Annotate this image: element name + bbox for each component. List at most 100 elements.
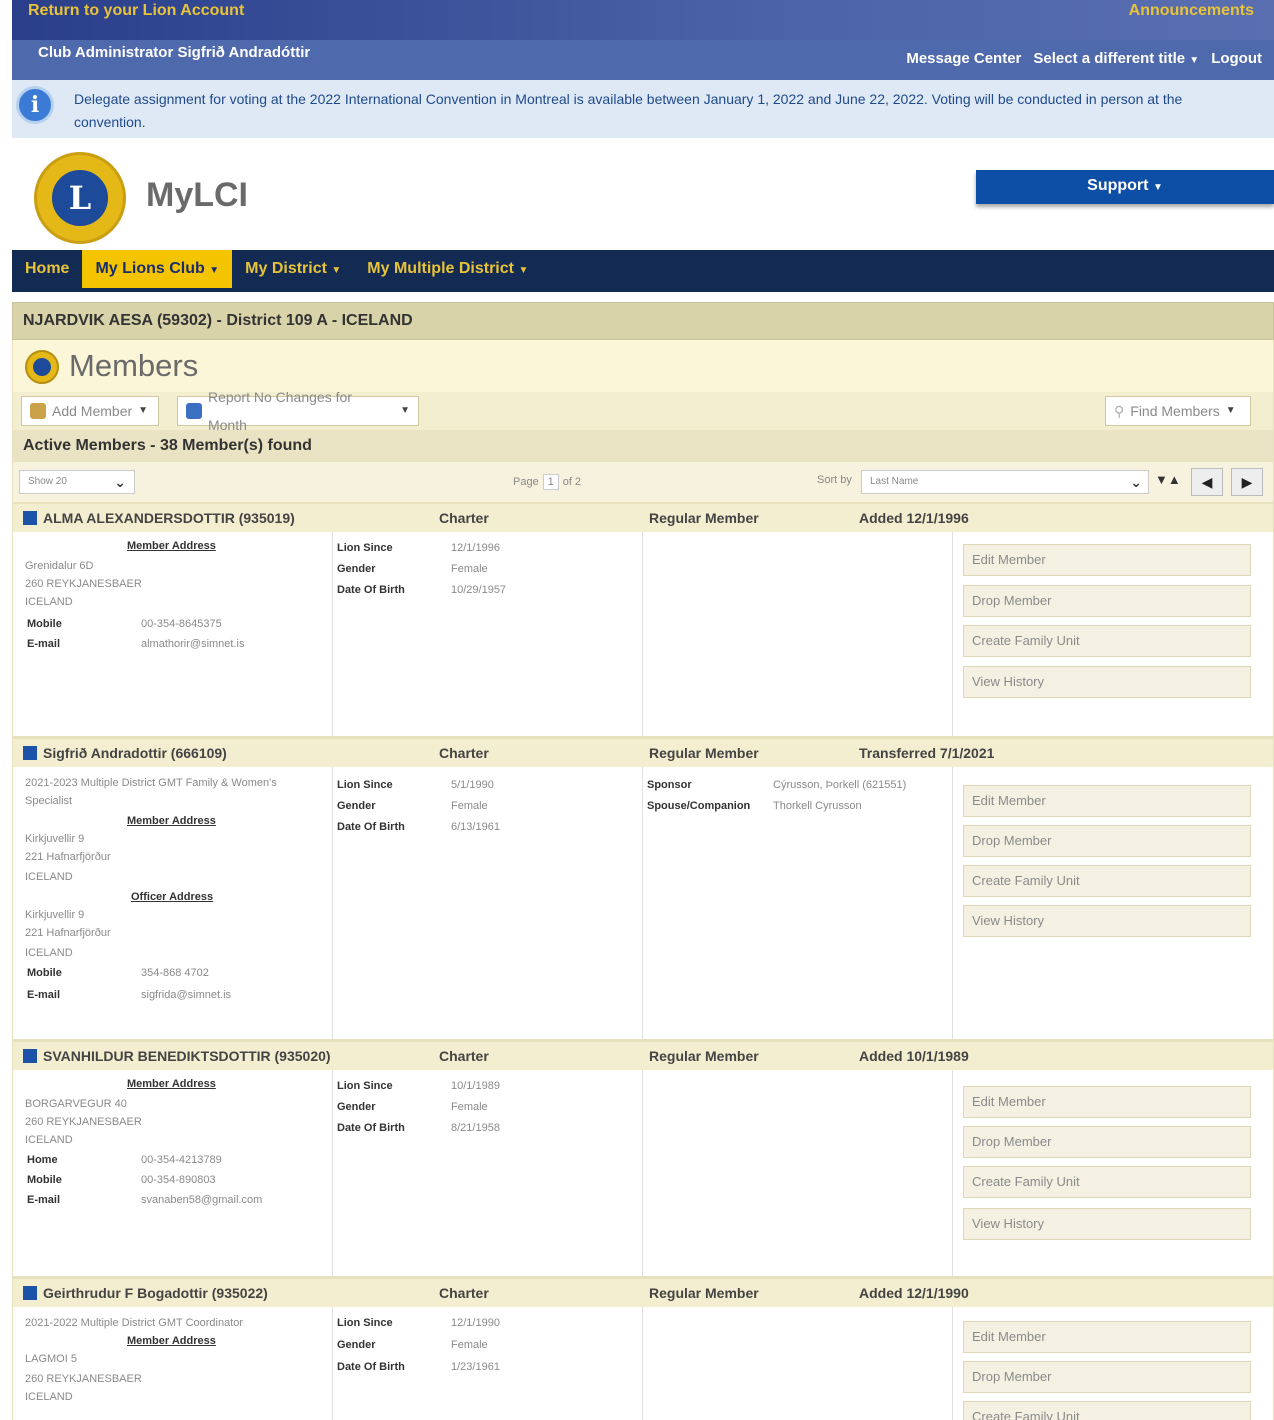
info-column: Lion Since 12/1/1990 Gender Female Date …	[333, 1307, 643, 1420]
nav-my-lions-club[interactable]: My Lions Club ▼	[82, 250, 233, 288]
next-arrow-icon[interactable]: ▶	[1231, 468, 1263, 496]
member-card: Sigfrið Andradottir (666109) Charter Regul…	[12, 737, 1274, 1040]
drop-member-button[interactable]: Drop Member	[963, 825, 1251, 857]
create-family-unit-button[interactable]: Create Family Unit	[963, 625, 1251, 657]
mobile-value: 00-354-8645375	[141, 618, 222, 630]
officer-address-heading: Officer Address	[131, 891, 214, 903]
info-icon: i	[16, 86, 54, 124]
lions-badge-icon	[25, 350, 59, 384]
member-card: ALMA ALEXANDERSDOTTIR (935019) Charter Reg…	[12, 502, 1274, 737]
message-center-link[interactable]: Message Center	[906, 50, 1021, 67]
create-family-unit-button[interactable]: Create Family Unit	[963, 865, 1251, 897]
member-type: Charter	[439, 510, 489, 526]
dob-value: 6/13/1961	[451, 821, 500, 833]
lions-logo[interactable]: L	[34, 152, 126, 244]
add-user-icon	[30, 403, 46, 419]
member-name[interactable]: ALMA ALEXANDERSDOTTIR (935019)	[43, 504, 295, 532]
edit-member-button[interactable]: Edit Member	[963, 544, 1251, 576]
nav-my-multiple-district[interactable]: My Multiple District ▼	[354, 250, 541, 288]
show-select[interactable]: Show 20 ⌄	[19, 470, 135, 494]
gender-value: Female	[451, 563, 488, 575]
member-address-heading: Member Address	[127, 1078, 216, 1090]
support-label: Support	[1087, 177, 1149, 194]
create-family-unit-button[interactable]: Create Family Unit	[963, 1401, 1251, 1420]
dob-label: Date Of Birth	[337, 1361, 405, 1373]
view-history-button[interactable]: View History	[963, 666, 1251, 698]
nav-bottom-border	[12, 288, 1274, 292]
lion-since-label: Lion Since	[337, 542, 393, 554]
view-history-button[interactable]: View History	[963, 905, 1251, 937]
caret-down-icon: ▼	[518, 265, 529, 276]
nav-my-district[interactable]: My District ▼	[232, 250, 354, 288]
page: Return to your Lion Account Announcement…	[12, 0, 1274, 1420]
club-title: NJARDVIK AESA (59302) - District 109 A -…	[12, 302, 1274, 340]
page-label: Page	[513, 475, 539, 488]
gender-label: Gender	[337, 563, 376, 575]
view-history-button[interactable]: View History	[963, 1208, 1251, 1240]
sort-value: Last Name	[870, 476, 919, 487]
mobile-value: 354-868 4702	[141, 967, 209, 979]
nav-multiple-label: My Multiple District	[367, 260, 514, 277]
member-name[interactable]: Sigfrið Andradottir (666109)	[43, 739, 227, 767]
drop-member-button[interactable]: Drop Member	[963, 1361, 1251, 1393]
edit-member-button[interactable]: Edit Member	[963, 1321, 1251, 1353]
edit-member-button[interactable]: Edit Member	[963, 785, 1251, 817]
find-members-button[interactable]: ⚲ Find Members ▼	[1105, 396, 1251, 426]
dob-value: 8/21/1958	[451, 1122, 500, 1134]
officer-address-line: Kirkjuvellir 9	[25, 909, 85, 921]
sort-select[interactable]: Last Name ⌄	[861, 470, 1149, 494]
member-square-icon	[23, 746, 37, 760]
member-card: Geirthrudur F Bogadottir (935022) Charter…	[12, 1277, 1274, 1420]
support-button[interactable]: Support ▼	[976, 170, 1274, 204]
nav-home[interactable]: Home	[12, 250, 82, 288]
add-member-button[interactable]: Add Member ▼	[21, 396, 159, 426]
caret-down-icon: ▼	[209, 265, 220, 276]
member-address-heading: Member Address	[127, 540, 216, 552]
info-column: Lion Since 12/1/1996 Gender Female Date …	[333, 532, 643, 736]
member-header: ALMA ALEXANDERSDOTTIR (935019) Charter Reg…	[13, 502, 1273, 532]
caret-down-icon: ▼	[138, 405, 149, 416]
page-input[interactable]: 1	[542, 474, 559, 490]
member-type: Charter	[439, 745, 489, 761]
member-status: Transferred 7/1/2021	[859, 745, 995, 761]
report-no-changes-label: Report No Changes for Month	[207, 389, 352, 433]
prev-arrow-icon[interactable]: ◀	[1191, 468, 1223, 496]
page-of: of 2	[562, 475, 582, 488]
drop-member-button[interactable]: Drop Member	[963, 585, 1251, 617]
email-value[interactable]: svanaben58@gmail.com	[141, 1194, 262, 1206]
report-no-changes-button[interactable]: Report No Changes for Month ▼	[177, 389, 419, 433]
lion-since-value: 12/1/1990	[451, 1317, 500, 1329]
member-name[interactable]: SVANHILDUR BENEDIKTSDOTTIR (935020)	[43, 1042, 331, 1070]
select-title-link[interactable]: Select a different title ▼	[1033, 50, 1199, 67]
pager: Show 20 ⌄ Page 1 of 2 Sort by Last Name ⌄ ▼▲…	[12, 462, 1274, 502]
logout-link[interactable]: Logout	[1211, 50, 1262, 67]
announcements-link[interactable]: Announcements	[1129, 2, 1254, 20]
drop-member-button[interactable]: Drop Member	[963, 1126, 1251, 1158]
edit-member-button[interactable]: Edit Member	[963, 1086, 1251, 1118]
email-value[interactable]: sigfrida@simnet.is	[141, 989, 231, 1001]
info-column: Lion Since 5/1/1990 Gender Female Date O…	[333, 767, 643, 1039]
nav-district-label: My District	[245, 260, 327, 277]
address-line: ICELAND	[25, 871, 73, 883]
dob-value: 10/29/1957	[451, 584, 507, 596]
member-type: Charter	[439, 1048, 489, 1064]
gender-label: Gender	[337, 1101, 376, 1113]
address-line: ICELAND	[25, 596, 73, 608]
email-value[interactable]: almathorir@simnet.is	[141, 638, 244, 650]
sponsor-label: Sponsor	[647, 779, 692, 791]
member-name[interactable]: Geirthrudur F Bogadottir (935022)	[43, 1279, 268, 1307]
address-line: Kirkjuvellir 9	[25, 833, 85, 845]
active-members-count: Active Members - 38 Member(s) found	[12, 430, 1274, 462]
return-lion-account-link[interactable]: Return to your Lion Account	[28, 2, 244, 20]
sort-icon[interactable]: ▼▲	[1155, 472, 1181, 487]
members-header: Members	[12, 340, 1274, 392]
member-header: SVANHILDUR BENEDIKTSDOTTIR (935020) Chart…	[13, 1040, 1273, 1070]
member-body: 2021-2022 Multiple District GMT Coordina…	[13, 1307, 1273, 1420]
member-title-line: Specialist	[25, 795, 73, 807]
sort-label: Sort by	[817, 474, 852, 486]
address-line: Grenidalur 6D	[25, 560, 94, 572]
account-links: Message Center Select a different title …	[906, 50, 1262, 67]
lion-since-value: 5/1/1990	[451, 779, 494, 791]
create-family-unit-button[interactable]: Create Family Unit	[963, 1166, 1251, 1198]
info-banner: i Delegate assignment for voting at the …	[12, 80, 1274, 138]
